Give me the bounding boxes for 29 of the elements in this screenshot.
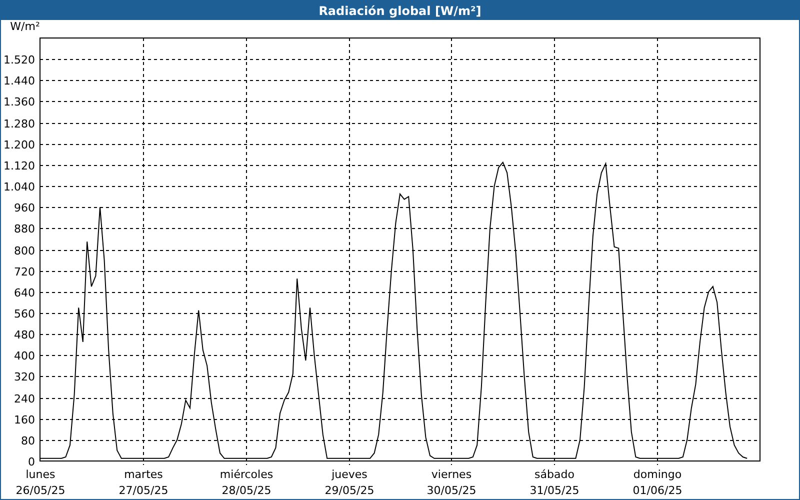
y-axis-unit: W/m² xyxy=(10,20,40,33)
y-tick-label: 800 xyxy=(14,244,35,258)
y-tick-label: 320 xyxy=(14,370,35,384)
y-tick-label: 1.360 xyxy=(4,96,35,108)
y-tick-label: 80 xyxy=(21,434,35,448)
y-tick-label: 640 xyxy=(14,286,35,300)
y-tick-label: 240 xyxy=(14,392,35,406)
x-tick-label: jueves 29/05/25 xyxy=(324,468,374,497)
y-tick-label: 1.200 xyxy=(4,138,35,152)
y-tick-label: 1.120 xyxy=(4,160,35,172)
y-tick-label: 1.040 xyxy=(4,180,35,194)
y-tick-label: 1.280 xyxy=(4,118,35,130)
y-tick-label: 560 xyxy=(14,308,35,320)
y-tick-label: 480 xyxy=(14,328,35,342)
y-tick-label: 400 xyxy=(14,350,35,362)
y-tick-label: 880 xyxy=(14,222,35,236)
y-tick-label: 0 xyxy=(28,456,35,468)
y-tick-label: 1.440 xyxy=(4,74,35,88)
y-tick-label: 720 xyxy=(14,266,35,278)
x-tick-label: martes 27/05/25 xyxy=(118,468,168,497)
x-tick-label: miércoles 28/05/25 xyxy=(220,468,274,497)
x-tick-label: viernes 30/05/25 xyxy=(426,468,476,497)
x-tick-label: sábado 31/05/25 xyxy=(530,468,580,497)
x-tick-label: lunes 26/05/25 xyxy=(16,468,66,497)
y-tick-label: 1.520 xyxy=(4,54,35,66)
x-tick-label: domingo 01/06/25 xyxy=(632,468,682,497)
y-tick-label: 960 xyxy=(14,202,35,214)
window-title: Radiación global [W/m²] xyxy=(318,4,482,18)
y-tick-label: 160 xyxy=(14,414,35,426)
